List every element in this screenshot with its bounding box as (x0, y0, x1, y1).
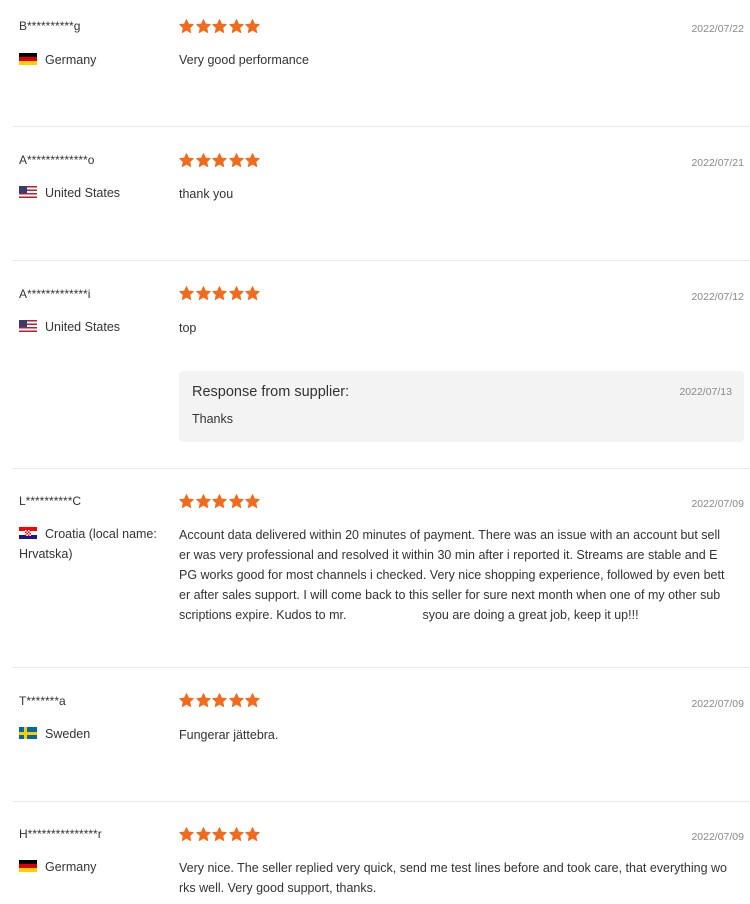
star-icon (245, 19, 260, 34)
review-date: 2022/07/09 (691, 831, 744, 843)
star-icon (195, 286, 211, 301)
star-icon (179, 693, 194, 708)
review-comment: Account data delivered within 20 minutes… (179, 525, 745, 625)
star-icon (179, 153, 194, 168)
comment-line: PG works good for most channels i checke… (179, 568, 725, 582)
star-icon (245, 827, 260, 842)
star-icon (212, 286, 227, 301)
star-icon (245, 286, 260, 301)
reviewer-name: H***************r (19, 827, 102, 841)
divider (12, 667, 750, 668)
star-icon (245, 153, 260, 168)
review-date: 2022/07/22 (691, 23, 744, 35)
star-icon (228, 19, 244, 34)
comment-line: Account data delivered within 20 minutes… (179, 528, 721, 542)
star-icon (228, 286, 244, 301)
comment-line: Very nice. The seller replied very quick… (179, 861, 727, 875)
country-name: United States (45, 186, 121, 200)
usa-flag-icon (19, 320, 37, 332)
croatia-flag-icon (19, 527, 37, 539)
star-icon (179, 286, 194, 301)
review-date: 2022/07/12 (691, 291, 744, 303)
reviewer-country: Croatia (local name: Hrvatska) (19, 524, 169, 564)
star-icon (228, 494, 244, 509)
star-rating (179, 494, 262, 510)
review-date: 2022/07/09 (691, 698, 744, 710)
reviewer-country: United States (19, 317, 169, 337)
response-text: Thanks (192, 412, 233, 426)
sweden-flag-icon (19, 727, 37, 739)
germany-flag-icon (19, 53, 37, 65)
country-name: Croatia (local name: Hrvatska) (19, 527, 157, 561)
country-name: Germany (45, 860, 97, 874)
comment-line: er after sales support. I will come back… (179, 588, 721, 602)
review-date: 2022/07/09 (691, 498, 744, 510)
star-rating (179, 286, 262, 302)
star-icon (179, 494, 194, 509)
star-icon (212, 19, 227, 34)
review-comment: thank you (179, 187, 234, 201)
star-icon (228, 153, 244, 168)
review-date: 2022/07/21 (691, 157, 744, 169)
divider (12, 260, 750, 261)
star-icon (228, 827, 244, 842)
reviewer-country: Sweden (19, 724, 169, 744)
star-icon (228, 693, 244, 708)
comment-text: syou are doing a great job, keep it up!!… (422, 608, 639, 622)
comment-line: scriptions expire. Kudos to mr. syou are … (179, 605, 745, 625)
star-icon (212, 827, 227, 842)
review-comment: Very nice. The seller replied very quick… (179, 858, 745, 898)
star-rating (179, 19, 262, 35)
star-icon (179, 827, 194, 842)
reviewer-country: Germany (19, 857, 169, 877)
star-icon (179, 19, 194, 34)
star-icon (195, 153, 211, 168)
divider (12, 468, 750, 469)
star-icon (195, 693, 211, 708)
germany-flag-icon (19, 860, 37, 872)
country-name: United States (45, 320, 121, 334)
response-title: Response from supplier: (192, 384, 350, 400)
star-icon (195, 19, 211, 34)
star-icon (212, 494, 227, 509)
reviewer-name: B**********g (19, 19, 81, 33)
country-name: Sweden (45, 727, 91, 741)
reviewer-name: L**********C (19, 494, 82, 508)
reviewer-country: Germany (19, 50, 169, 70)
star-icon (212, 153, 227, 168)
comment-line: rks well. Very good support, thanks. (179, 881, 377, 895)
star-icon (212, 693, 227, 708)
supplier-response: Response from supplier: 2022/07/13 Thank… (179, 371, 744, 442)
review-comment: Fungerar jättebra. (179, 728, 279, 742)
comment-line: er was very professional and resolved it… (179, 548, 718, 562)
reviewer-name: A*************i (19, 287, 91, 301)
reviewer-name: T*******a (19, 694, 66, 708)
response-date: 2022/07/13 (679, 386, 732, 398)
review-comment: top (179, 321, 197, 335)
usa-flag-icon (19, 186, 37, 198)
country-name: Germany (45, 53, 97, 67)
star-icon (245, 494, 260, 509)
redacted-text (346, 609, 423, 622)
reviewer-name: A*************o (19, 153, 95, 167)
star-rating (179, 827, 262, 843)
star-rating (179, 693, 262, 709)
divider (12, 126, 750, 127)
star-icon (195, 827, 211, 842)
star-rating (179, 153, 262, 169)
review-comment: Very good performance (179, 53, 309, 67)
comment-text: scriptions expire. Kudos to mr. (179, 608, 347, 622)
reviewer-country: United States (19, 183, 169, 203)
star-icon (195, 494, 211, 509)
star-icon (245, 693, 260, 708)
divider (12, 801, 750, 802)
